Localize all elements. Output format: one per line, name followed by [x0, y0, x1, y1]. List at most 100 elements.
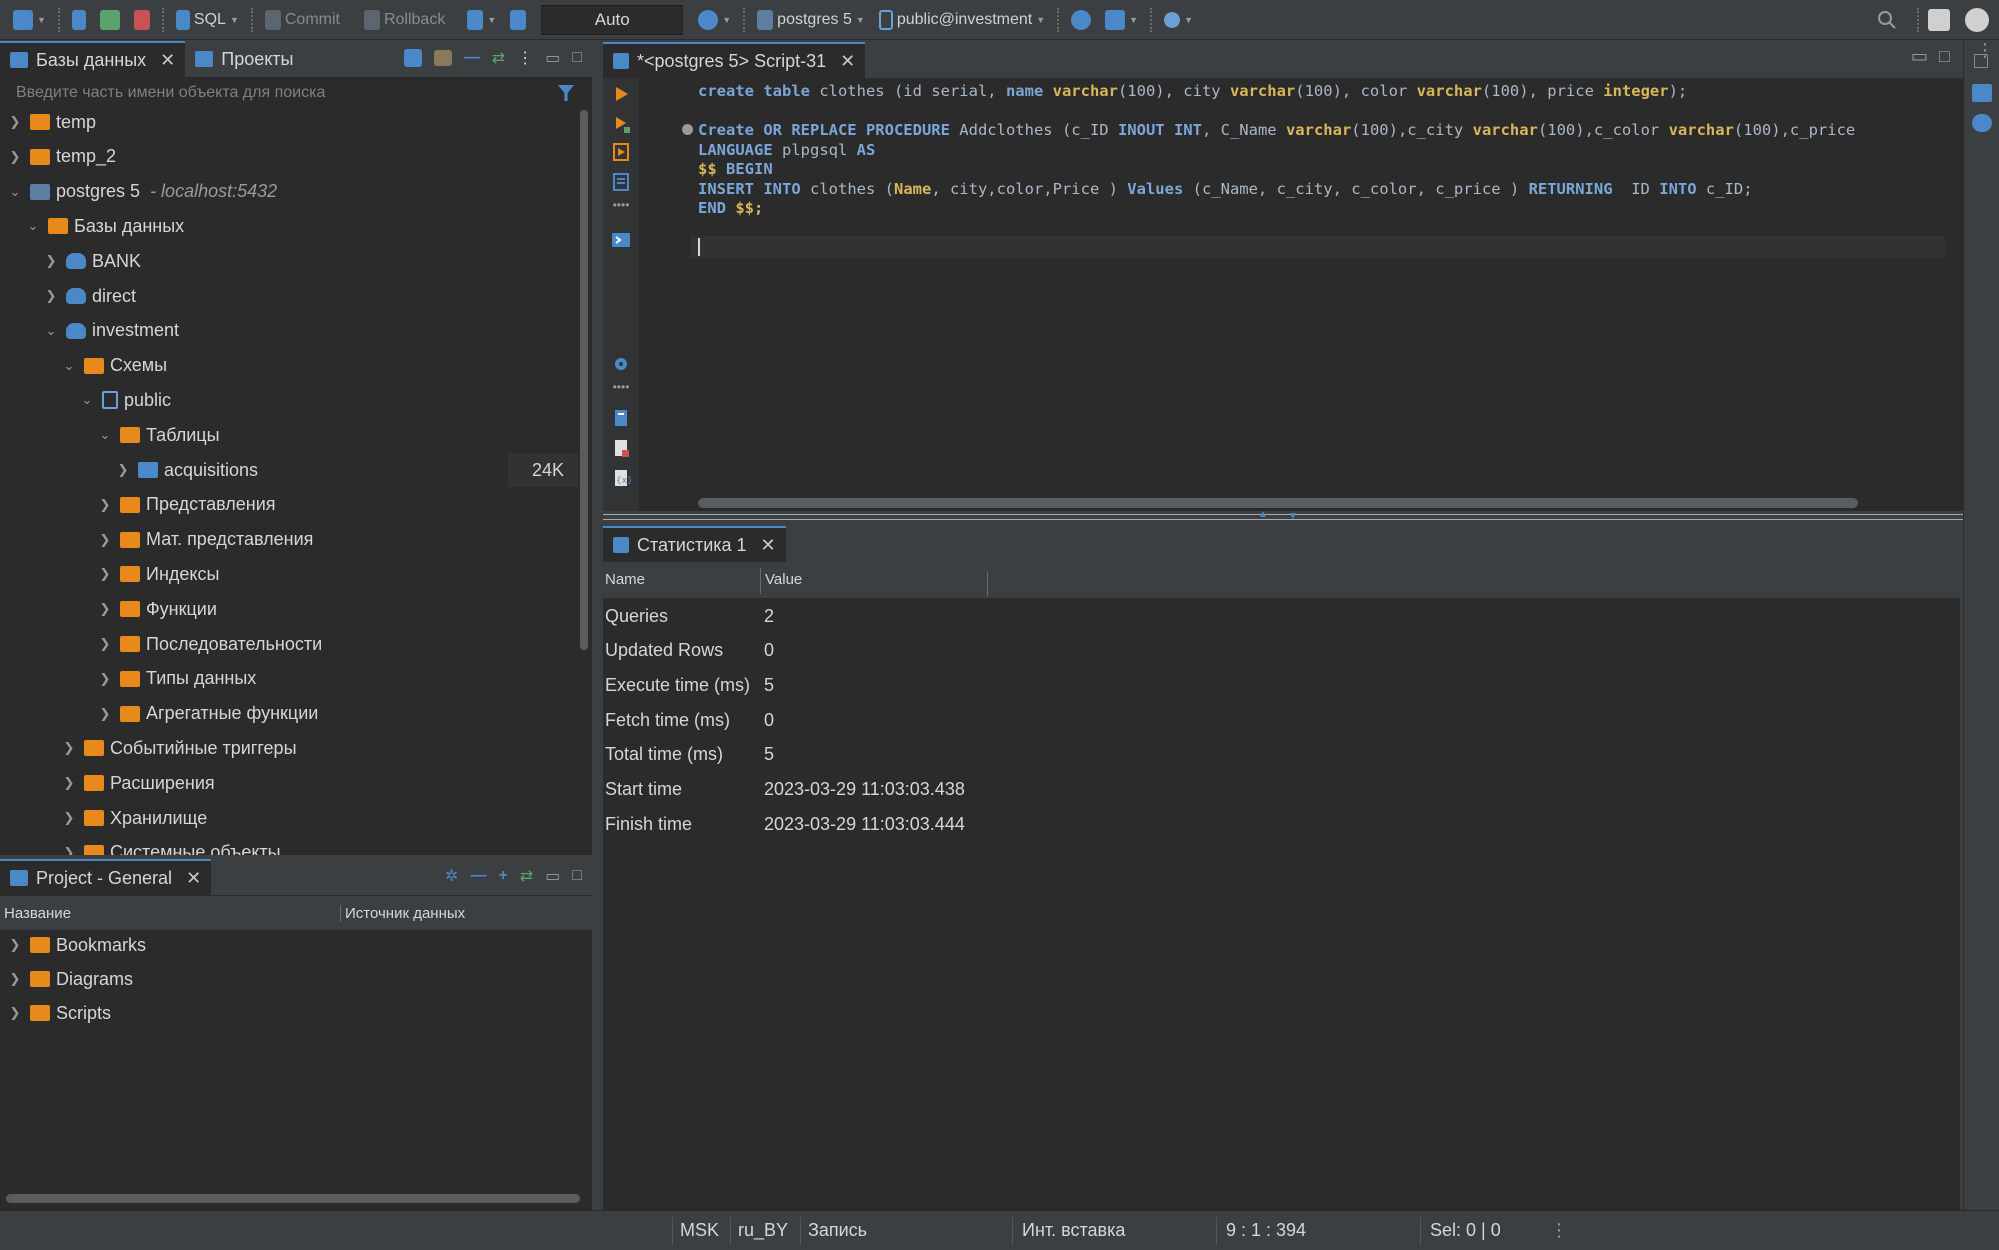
column-value-header[interactable]: Value — [760, 568, 802, 594]
table-row[interactable]: Total time (ms) 5 — [605, 738, 774, 772]
save-file-icon[interactable] — [611, 408, 631, 428]
avatar[interactable] — [1965, 8, 1989, 32]
tree-item[interactable]: ❯ Агрегатные функции — [98, 697, 578, 731]
rollback-button[interactable]: Rollback — [359, 5, 450, 35]
link-editor-icon[interactable]: ⇄ — [520, 866, 533, 886]
tab-project-general[interactable]: Project - General ✕ — [0, 859, 212, 895]
chevron-down-icon[interactable]: ⌄ — [8, 184, 22, 200]
chevron-right-icon[interactable]: ❯ — [62, 775, 76, 791]
chevron-right-icon[interactable]: ❯ — [98, 601, 112, 617]
editor-horizontal-scrollbar[interactable] — [698, 498, 1858, 508]
tree-item[interactable]: ❯ Расширения — [62, 766, 578, 800]
add-icon[interactable]: + — [498, 867, 507, 885]
minimize-icon[interactable]: ▭ — [545, 48, 560, 68]
dashboard-icon[interactable] — [1972, 114, 1992, 132]
tree-item[interactable]: ❯ Мат. представления — [98, 523, 578, 557]
tree-item[interactable]: ❯ Представления — [98, 488, 578, 522]
collapse-all-icon[interactable]: — — [464, 49, 480, 67]
chevron-right-icon[interactable]: ❯ — [98, 566, 112, 582]
maximize-icon[interactable]: □ — [572, 867, 582, 885]
chevron-down-icon[interactable]: ⌄ — [44, 323, 58, 339]
folder-icon[interactable] — [433, 50, 452, 66]
tree-item[interactable]: ❯ Функции — [98, 592, 578, 626]
execute-script-icon[interactable] — [611, 142, 631, 162]
chevron-right-icon[interactable]: ❯ — [98, 636, 112, 652]
explain-plan-icon[interactable] — [611, 172, 631, 192]
project-item-bookmarks[interactable]: ❯ Bookmarks — [8, 928, 146, 962]
tree-item[interactable]: ❯ Индексы — [98, 557, 578, 591]
tab-databases[interactable]: Базы данных ✕ — [0, 41, 186, 77]
chevron-right-icon[interactable]: ❯ — [8, 971, 22, 987]
gear-icon[interactable]: ✲ — [445, 866, 458, 886]
chevron-right-icon[interactable]: ❯ — [62, 810, 76, 826]
table-row[interactable]: Execute time (ms) 5 — [605, 668, 774, 702]
chevron-down-icon[interactable]: ⌄ — [98, 427, 112, 443]
maximize-icon[interactable]: □ — [572, 49, 582, 67]
project-item-diagrams[interactable]: ❯ Diagrams — [8, 962, 133, 996]
chevron-down-icon[interactable]: ⌄ — [62, 358, 76, 374]
chevron-up-icon[interactable]: ▲ — [1258, 509, 1268, 520]
fold-marker-icon[interactable] — [682, 124, 693, 135]
close-icon[interactable]: ✕ — [160, 50, 175, 71]
chevron-down-icon[interactable]: ⌄ — [80, 392, 94, 408]
table-row[interactable]: Start time 2023-03-29 11:03:03.438 — [605, 773, 965, 807]
lock-button[interactable] — [505, 5, 531, 35]
chevron-right-icon[interactable]: ❯ — [62, 845, 76, 855]
tree-item[interactable]: ⌄ investment — [44, 314, 578, 348]
column-name-header[interactable]: Name — [605, 571, 645, 588]
filter-icon[interactable] — [558, 85, 574, 101]
cloud-button[interactable] — [1066, 5, 1096, 35]
tree-item[interactable]: ⌄ Базы данных — [26, 209, 578, 243]
tree-item[interactable]: ❯ Хранилище — [62, 801, 578, 835]
tree-item[interactable]: ⌄ public — [80, 383, 578, 417]
column-name[interactable]: Название — [4, 905, 71, 922]
export-file-icon[interactable] — [611, 438, 631, 458]
project-scrollbar[interactable] — [6, 1194, 580, 1203]
project-item-scripts[interactable]: ❯ Scripts — [8, 996, 111, 1030]
editor-results-splitter[interactable]: ▲ ▼ — [603, 509, 1967, 522]
tree-item[interactable]: ⌄ postgres 5 - localhost:5432 — [8, 175, 578, 209]
chevron-down-icon[interactable]: ⌄ — [26, 218, 40, 234]
disconnect-button[interactable] — [129, 5, 155, 35]
tab-projects[interactable]: Проекты — [185, 41, 303, 77]
link-editor-icon[interactable]: ⇄ — [492, 48, 505, 68]
sql-editor-button[interactable]: SQL ▼ — [171, 5, 244, 35]
chevron-down-icon[interactable]: ▼ — [1288, 511, 1298, 522]
table-row[interactable]: Finish time 2023-03-29 11:03:03.444 — [605, 807, 965, 841]
minimize-icon[interactable]: ▭ — [545, 866, 560, 886]
transaction-mode-select[interactable]: Auto — [541, 4, 684, 35]
tree-item[interactable]: ❯ Системные объекты — [62, 836, 578, 855]
tree-item[interactable]: ⌄ Схемы — [62, 349, 578, 383]
more-menu-icon[interactable]: ⋮ — [517, 48, 533, 68]
tree-item[interactable]: ❯ temp_2 — [8, 140, 578, 174]
terminal-icon[interactable] — [611, 230, 631, 250]
chevron-right-icon[interactable]: ❯ — [98, 671, 112, 687]
tree-item[interactable]: ❯ Типы данных — [98, 662, 578, 696]
close-icon[interactable]: ✕ — [840, 51, 855, 72]
chevron-right-icon[interactable]: ❯ — [8, 937, 22, 953]
global-search-button[interactable] — [1876, 9, 1898, 31]
active-connection-select[interactable]: postgres 5 ▼ — [752, 5, 870, 35]
execute-statement-icon[interactable] — [611, 84, 631, 104]
table-row[interactable]: Updated Rows 0 — [605, 634, 774, 668]
chevron-right-icon[interactable]: ❯ — [98, 706, 112, 722]
new-connection-button[interactable]: ▼ — [8, 5, 51, 35]
tree-item[interactable]: ❯ direct — [44, 279, 578, 313]
navigator-search-input[interactable]: Введите часть имени объекта для поиска — [0, 78, 592, 108]
chevron-right-icon[interactable]: ❯ — [98, 532, 112, 548]
commit-button[interactable]: Commit — [260, 5, 345, 35]
perspective-button[interactable] — [1928, 9, 1950, 31]
execute-new-tab-icon[interactable] — [611, 114, 631, 134]
reconnect-button[interactable] — [95, 5, 125, 35]
chevron-right-icon[interactable]: ❯ — [8, 149, 22, 165]
tree-item[interactable]: ❯ Последовательности — [98, 627, 578, 661]
db-tools-button[interactable]: ▼ — [1100, 5, 1143, 35]
new-connection-icon[interactable] — [403, 49, 422, 67]
tree-item[interactable]: ❯ temp — [8, 108, 578, 139]
table-row[interactable]: Queries 2 — [605, 599, 774, 633]
sql-code[interactable]: create table clothes (id serial, name va… — [698, 82, 1855, 219]
history-button[interactable]: ▼ — [693, 5, 736, 35]
gear-icon[interactable] — [611, 354, 631, 374]
connect-button[interactable] — [67, 5, 91, 35]
chevron-right-icon[interactable]: ❯ — [8, 1005, 22, 1021]
